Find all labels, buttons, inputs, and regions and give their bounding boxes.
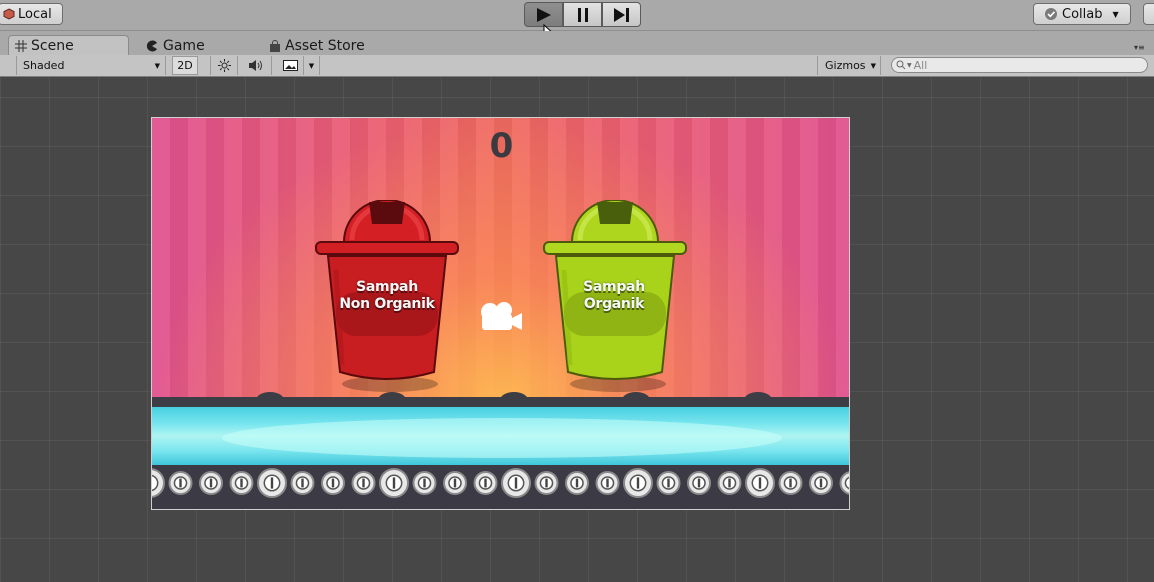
tab-asset-store[interactable]: Asset Store	[263, 35, 423, 56]
effects-dropdown[interactable]: ▼	[304, 56, 320, 75]
conveyor-roller	[534, 471, 559, 495]
game-camera-frame[interactable]: 0 Sampah Non Organik Sampah Organik	[151, 117, 850, 510]
gizmos-dropdown-icon: ▼	[870, 61, 876, 70]
tab-scene-label: Scene	[31, 38, 74, 54]
organic-bin-label-line2: Organik	[583, 296, 645, 312]
scene-toolbar: Shaded ▼ 2D ▼ Gizmos ▼ ▼ All	[0, 55, 1154, 77]
water-highlight	[222, 418, 782, 458]
speaker-icon	[248, 60, 262, 71]
account-button[interactable]	[1143, 3, 1154, 25]
tab-game[interactable]: Game	[140, 35, 250, 56]
conveyor-roller	[778, 471, 803, 495]
search-dropdown-icon: ▼	[907, 61, 912, 69]
gizmos-label: Gizmos	[825, 59, 866, 72]
shading-mode-dropdown[interactable]: Shaded ▼	[16, 56, 166, 75]
conveyor-roller	[229, 471, 254, 495]
conveyor-roller	[623, 468, 653, 498]
conveyor-roller	[379, 468, 409, 498]
conveyor-roller	[412, 471, 437, 495]
conveyor-roller	[257, 468, 287, 498]
pause-button[interactable]	[563, 2, 602, 27]
organic-bin-label: Sampah Organik	[563, 279, 665, 313]
camera-gizmo-icon[interactable]	[478, 300, 524, 332]
conveyor-roller	[839, 471, 849, 495]
effects-toggle[interactable]	[278, 56, 304, 75]
score-text: 0	[489, 126, 514, 166]
toggle-2d-button[interactable]: 2D	[172, 56, 198, 75]
pivot-space-label: Local	[18, 6, 52, 22]
audio-toggle[interactable]	[240, 56, 272, 75]
conveyor-roller	[290, 471, 315, 495]
store-bag-icon	[270, 39, 280, 52]
tab-bar: Scene Game Asset Store ▾≡	[0, 31, 1154, 56]
conveyor-roller	[321, 471, 345, 495]
pivot-space-button[interactable]: Local	[0, 3, 63, 25]
pacman-icon	[146, 40, 157, 51]
toggle-2d-label: 2D	[177, 59, 193, 72]
conveyor-rollers	[152, 465, 849, 509]
collab-check-icon	[1045, 8, 1057, 20]
conveyor-roller	[809, 471, 833, 495]
conveyor-roller	[656, 471, 681, 495]
gizmos-dropdown[interactable]: Gizmos ▼	[817, 56, 881, 75]
tab-asset-store-label: Asset Store	[285, 37, 365, 54]
conveyor-roller	[687, 471, 711, 495]
conveyor-roller	[595, 471, 620, 495]
conveyor-roller	[351, 471, 376, 495]
organic-bin-label-line1: Sampah	[583, 279, 645, 295]
tab-scene[interactable]: Scene	[8, 35, 129, 56]
non-organic-bin-label-line1: Sampah	[356, 279, 418, 295]
play-controls	[524, 2, 642, 27]
conveyor-roller	[473, 471, 498, 495]
collab-label: Collab	[1062, 6, 1103, 22]
conveyor-roller	[168, 471, 193, 495]
sun-icon	[217, 59, 231, 72]
hierarchy-search-input[interactable]: ▼ All	[891, 57, 1148, 73]
tab-game-label: Game	[163, 37, 205, 54]
search-placeholder: All	[913, 58, 928, 72]
grid-icon	[15, 40, 27, 52]
non-organic-bin-label: Sampah Non Organik	[336, 279, 438, 313]
shading-mode-label: Shaded	[23, 59, 65, 72]
pause-icon	[577, 7, 588, 22]
conveyor-roller	[565, 471, 589, 495]
conveyor-roller	[501, 468, 531, 498]
conveyor-roller-row	[152, 468, 849, 498]
conveyor-roller	[152, 468, 165, 498]
collab-button[interactable]: Collab ▼	[1033, 3, 1131, 25]
search-icon	[896, 60, 906, 70]
image-icon	[283, 60, 298, 71]
lighting-toggle[interactable]	[210, 56, 238, 75]
cube-icon	[3, 8, 15, 20]
shading-dropdown-icon: ▼	[154, 61, 160, 70]
conveyor-roller	[443, 471, 467, 495]
conveyor-roller	[199, 471, 223, 495]
tab-menu-icon[interactable]: ▾≡	[1134, 43, 1145, 52]
conveyor-roller	[717, 471, 742, 495]
main-toolbar: Local Collab ▼	[0, 0, 1154, 44]
non-organic-bin-label-line2: Non Organik	[339, 296, 435, 312]
conveyor-bumps	[256, 392, 772, 400]
step-icon	[613, 7, 629, 22]
collab-dropdown-icon: ▼	[1112, 9, 1119, 19]
step-button[interactable]	[602, 2, 641, 27]
play-icon	[536, 7, 551, 22]
conveyor-roller	[745, 468, 775, 498]
